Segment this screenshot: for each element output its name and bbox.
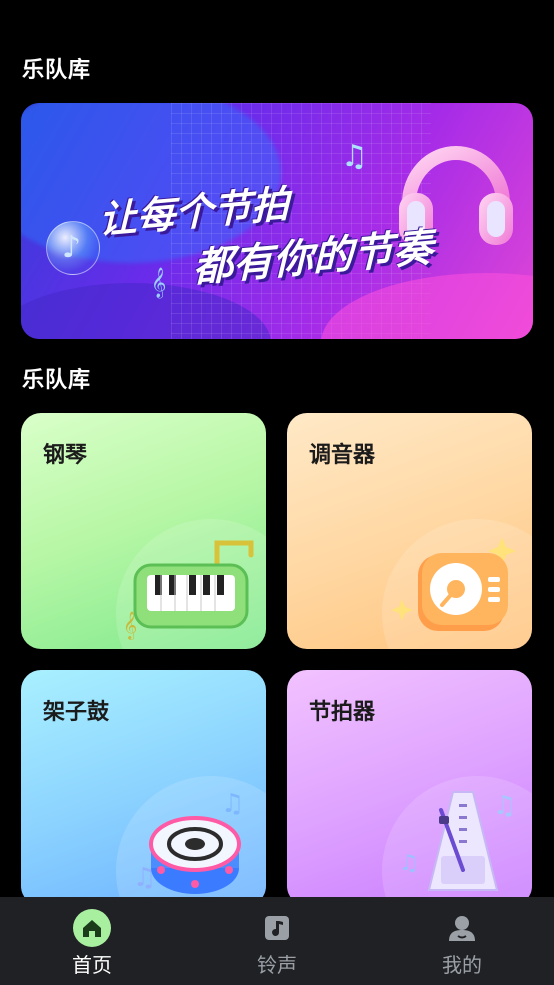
tile-metronome[interactable]: 节拍器 ♫ ♫	[287, 670, 532, 906]
music-bubble-icon: ♪	[46, 221, 100, 275]
tab-label: 首页	[72, 953, 112, 977]
tile-tuner[interactable]: 调音器	[287, 413, 532, 649]
turntable-icon	[391, 537, 516, 631]
tile-piano[interactable]: 钢琴 𝄞	[21, 413, 266, 649]
tab-label: 我的	[442, 953, 482, 977]
tab-label: 铃声	[257, 953, 297, 977]
tab-home[interactable]: 首页	[32, 897, 152, 985]
promo-banner[interactable]: ♪ ♫ 𝄞 让每个节拍 都有你的节奏	[21, 103, 533, 339]
tab-mine[interactable]: 我的	[402, 897, 522, 985]
music-note-icon	[265, 916, 289, 940]
tile-label: 节拍器	[309, 700, 376, 725]
svg-text:♫: ♫	[221, 789, 244, 819]
tile-label: 架子鼓	[43, 700, 110, 725]
section-title-top: 乐队库	[22, 58, 92, 83]
tab-ringtone[interactable]: 铃声	[217, 897, 337, 985]
home-icon	[73, 909, 111, 947]
svg-text:♫: ♫	[493, 791, 516, 821]
svg-text:𝄞: 𝄞	[123, 611, 137, 640]
svg-text:♫: ♫	[399, 851, 419, 876]
user-icon	[449, 916, 475, 941]
tile-label: 钢琴	[43, 443, 88, 468]
tile-label: 调音器	[309, 443, 376, 468]
piano-icon: 𝄞	[123, 540, 254, 640]
section-title-list: 乐队库	[22, 368, 92, 393]
metronome-icon: ♫ ♫	[399, 791, 516, 891]
drum-icon: ♫ ♫	[133, 789, 244, 894]
treble-clef-icon: 𝄞	[151, 268, 167, 298]
tile-drum[interactable]: 架子鼓 ♫ ♫	[21, 670, 266, 906]
music-notes-icon: ♫	[341, 139, 368, 174]
bottom-tab-bar: 首页 铃声 我的	[0, 897, 554, 985]
